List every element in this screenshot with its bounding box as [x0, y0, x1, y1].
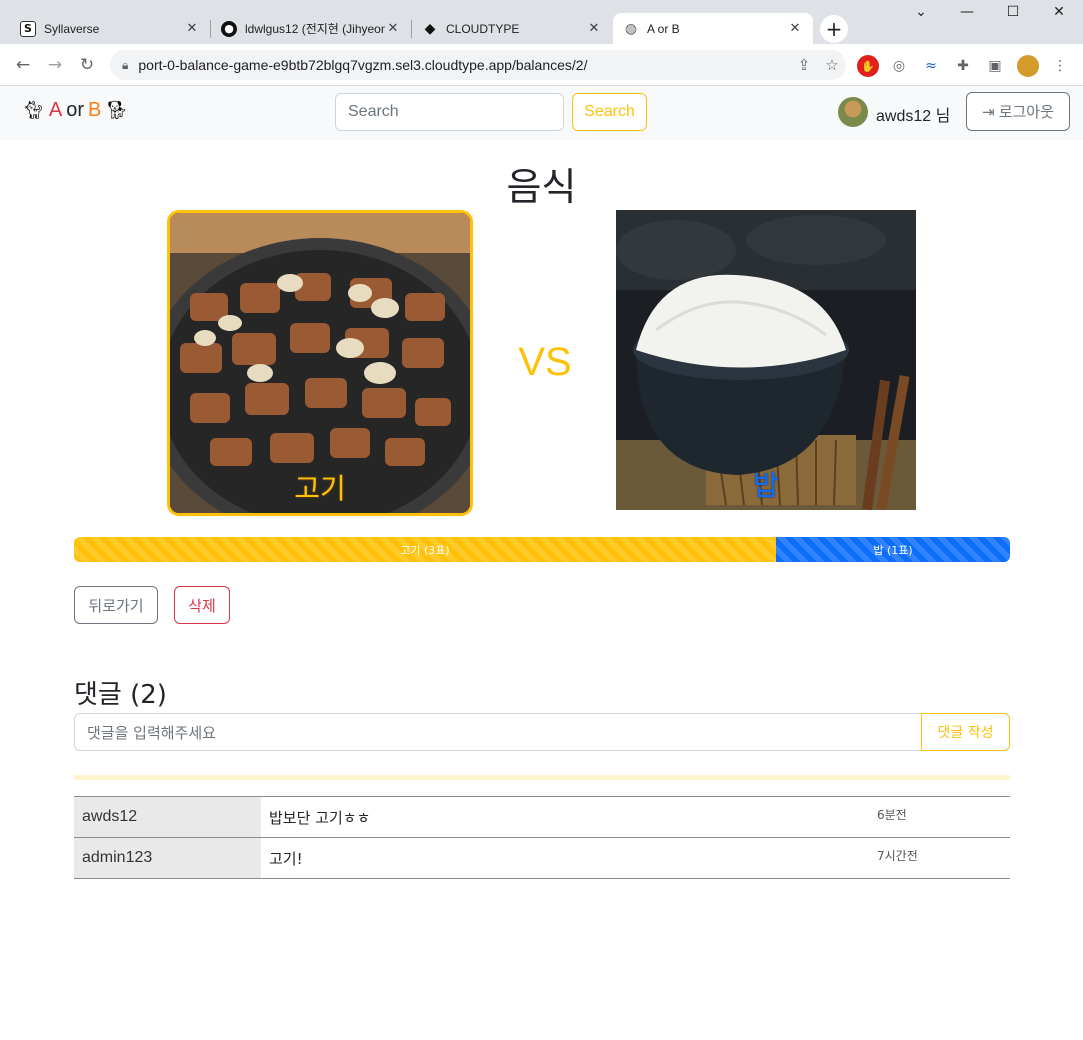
cloudtype-icon: ◆ — [424, 20, 436, 37]
option-b-progress-bar: 밥 (1표) — [776, 537, 1010, 562]
search-button[interactable]: Search — [572, 93, 647, 131]
logout-button[interactable]: ⇥ 로그아웃 — [966, 92, 1070, 131]
option-a-card[interactable]: 고기 — [167, 210, 473, 516]
balance-title: 음식 — [506, 165, 577, 209]
tab-a-or-b[interactable]: ◍ A or B ✕ — [613, 13, 813, 44]
comment-author: awds12 — [74, 796, 261, 838]
comment-author: admin123 — [74, 837, 261, 879]
user-avatar — [838, 97, 868, 127]
lock-icon: 🔒︎ — [122, 57, 129, 72]
site-navbar: 🐈︎ A or B 🐕︎ Search Search awds12 님 ⇥ 로그… — [0, 86, 1083, 140]
extensions-puzzle-icon[interactable]: ✚ — [952, 55, 974, 77]
back-button[interactable]: 뒤로가기 — [74, 586, 158, 624]
tab-strip: S Syllaverse ✕ ● ldwlgus12 (전지현 (Jihyeon… — [0, 0, 1083, 44]
close-tab-icon[interactable]: ✕ — [586, 21, 602, 36]
vs-label: VS — [518, 340, 572, 384]
option-a-label: 고기 — [294, 472, 346, 505]
translate-extension-icon[interactable]: ≈ — [920, 55, 942, 77]
close-window-icon[interactable]: ✕ — [1036, 4, 1082, 20]
minimize-icon[interactable]: — — [944, 4, 990, 20]
profile-avatar-icon[interactable] — [1017, 55, 1039, 77]
bookmark-star-icon[interactable]: ☆ — [818, 56, 846, 74]
syllaverse-favicon-icon: S — [20, 20, 36, 37]
menu-kebab-icon[interactable]: ⋮ — [1049, 55, 1071, 77]
comments-table: awds12 밥보단 고기ㅎㅎ 6분전 admin123 고기! 7시간전 — [74, 796, 1010, 879]
tab-title: A or B — [647, 21, 680, 36]
comment-row: awds12 밥보단 고기ㅎㅎ 6분전 — [74, 796, 1010, 838]
comment-time: 7시간전 — [877, 848, 918, 863]
brand-b: B — [88, 99, 102, 121]
vote-progress: 고기 (3표) 밥 (1표) — [74, 537, 1010, 562]
comment-row: admin123 고기! 7시간전 — [74, 837, 1010, 879]
brand-or: or — [66, 99, 84, 121]
forward-arrow-icon[interactable]: → — [42, 52, 68, 78]
tab-github[interactable]: ● ldwlgus12 (전지현 (Jihyeon ✕ — [211, 13, 411, 44]
share-icon[interactable]: ⇪ — [790, 56, 818, 74]
maximize-icon[interactable]: ☐ — [990, 4, 1036, 20]
comment-body: 고기! — [269, 849, 303, 868]
reload-icon[interactable]: ↻ — [74, 52, 100, 78]
username: awds12 님 — [876, 108, 951, 125]
adblock-extension-icon[interactable]: ✋ — [857, 55, 879, 77]
address-bar[interactable]: 🔒︎ port-0-balance-game-e9btb72blgq7vgzm.… — [110, 50, 846, 80]
option-b-card[interactable]: 밥 — [616, 210, 916, 510]
tab-title: Syllaverse — [44, 21, 100, 36]
logout-label: 로그아웃 — [998, 103, 1054, 121]
comment-body: 밥보단 고기ㅎㅎ — [269, 808, 371, 827]
search-input[interactable]: Search — [335, 93, 564, 131]
brand-a: A — [48, 99, 63, 121]
logout-icon: ⇥ — [982, 102, 995, 121]
new-tab-button[interactable]: + — [820, 15, 848, 43]
close-tab-icon[interactable]: ✕ — [184, 21, 200, 36]
tab-title: ldwlgus12 (전지현 (Jihyeon — [245, 22, 385, 36]
browser-chrome: S Syllaverse ✕ ● ldwlgus12 (전지현 (Jihyeon… — [0, 0, 1083, 86]
side-panel-icon[interactable]: ▣ — [984, 55, 1006, 77]
dog-icon: 🐕︎ — [105, 100, 129, 120]
github-icon: ● — [221, 20, 237, 37]
globe-icon: ◍ — [624, 20, 638, 37]
delete-button[interactable]: 삭제 — [174, 586, 230, 624]
cat-icon: 🐈︎ — [22, 100, 45, 120]
comment-divider — [74, 775, 1010, 780]
browser-toolbar: ← → ↻ 🔒︎ port-0-balance-game-e9btb72blgq… — [0, 44, 1083, 86]
comment-time: 6분전 — [877, 807, 907, 822]
comment-input[interactable]: 댓글을 입력해주세요 — [74, 713, 922, 751]
vpn-extension-icon[interactable]: ◎ — [888, 55, 910, 77]
back-arrow-icon[interactable]: ← — [10, 52, 36, 78]
option-b-label: 밥 — [753, 469, 779, 502]
tab-title: CLOUDTYPE — [446, 21, 520, 36]
tab-syllaverse[interactable]: S Syllaverse ✕ — [10, 13, 210, 44]
close-tab-icon[interactable]: ✕ — [787, 21, 803, 36]
tab-cloudtype[interactable]: ◆ CLOUDTYPE ✕ — [412, 13, 612, 44]
option-a-progress-bar: 고기 (3표) — [74, 537, 776, 562]
brand-logo[interactable]: 🐈︎ A or B 🐕︎ — [22, 99, 128, 122]
close-tab-icon[interactable]: ✕ — [385, 21, 401, 36]
comments-heading: 댓글 (2) — [74, 680, 167, 710]
url-text: port-0-balance-game-e9btb72blgq7vgzm.sel… — [138, 57, 588, 73]
tab-search-icon[interactable]: ⌄ — [898, 4, 944, 20]
comment-submit-button[interactable]: 댓글 작성 — [921, 713, 1010, 751]
